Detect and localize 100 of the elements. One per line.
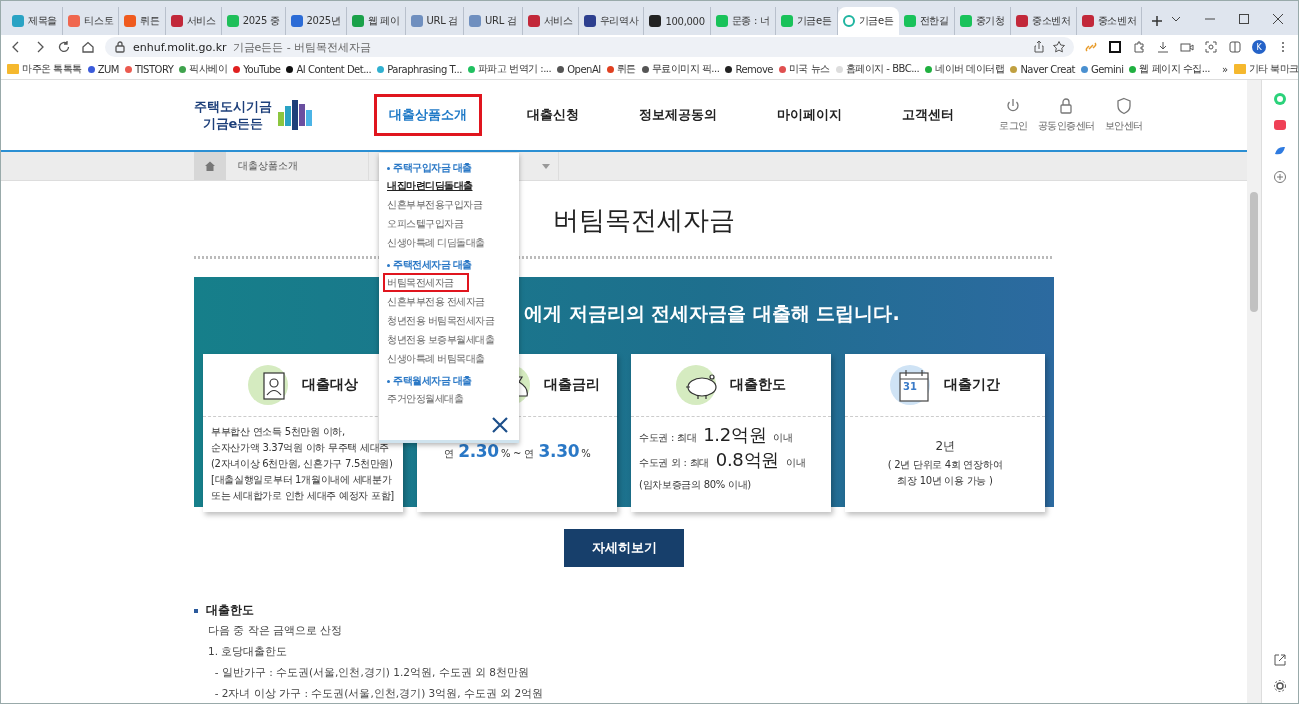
- details-button[interactable]: 자세히보기: [564, 529, 684, 567]
- card-title: 대출기간: [944, 376, 1000, 394]
- bookmark[interactable]: Remove: [725, 63, 773, 75]
- browser-tab[interactable]: 기금e든: [837, 7, 899, 35]
- nav-link[interactable]: 정보제공동의: [624, 94, 732, 136]
- card-text: 순자산가액 3.37억원 이하 무주택 세대주: [211, 441, 391, 455]
- card-text: 부부합산 연소득 5천만원 이하,: [211, 425, 346, 439]
- card-text: 수도권 외 : 최대 0.8억원 이내: [639, 449, 807, 472]
- settings-icon[interactable]: [1273, 679, 1287, 693]
- card-title: 대출금리: [544, 376, 600, 394]
- side-panel-icon[interactable]: [1228, 40, 1242, 54]
- external-link-icon[interactable]: [1273, 653, 1287, 667]
- menu-item[interactable]: 청년전용 보증부월세대출: [383, 330, 499, 349]
- bullet-icon: [387, 380, 390, 383]
- section-heading: 대출한도: [206, 603, 254, 618]
- url-text: enhuf.molit.go.kr: [133, 40, 227, 54]
- menu-item[interactable]: 신혼부부전용 전세자금: [383, 292, 489, 311]
- menu-item[interactable]: 신혼부부전용구입자금: [383, 195, 486, 214]
- bookmark[interactable]: Gemini: [1080, 63, 1124, 75]
- nav-link[interactable]: 대출상품소개: [374, 94, 482, 136]
- menu-item[interactable]: 신생아특례 버팀목대출: [383, 349, 489, 368]
- bookmark[interactable]: Naver Creat: [1010, 63, 1075, 75]
- home-icon[interactable]: [81, 40, 95, 54]
- card-text: [대출실행일로부터 1개월이내에 세대분가: [211, 473, 393, 487]
- share-icon[interactable]: [1032, 40, 1046, 54]
- banner-headline: 에게 저금리의 전세자금을 대출해 드립니다.: [524, 301, 900, 326]
- bookmark[interactable]: 뤼튼: [606, 62, 636, 76]
- add-icon[interactable]: [1273, 170, 1287, 184]
- card-text: ( 2년 단위로 4회 연장하여: [886, 458, 1004, 472]
- bullet-icon: [387, 167, 390, 170]
- utility-link[interactable]: 보안센터: [1104, 97, 1143, 133]
- page-title-text: 기금e든든 - 버팀목전세자금: [232, 39, 372, 55]
- section-text: - 2자녀 이상 가구 : 수도권(서울,인천,경기) 3억원, 수도권 외 2억원: [213, 686, 545, 701]
- card-text: 연 2.30% ~ 연 3.30%: [442, 443, 592, 462]
- star-icon[interactable]: [1052, 40, 1066, 54]
- video-camera-icon[interactable]: [1180, 40, 1194, 54]
- bookmark[interactable]: YouTube: [233, 63, 281, 75]
- bookmark[interactable]: 웹 페이지 수집...: [1129, 62, 1210, 76]
- bookmark[interactable]: 홈페이지 - BBC...: [835, 62, 920, 76]
- section-text: 1. 호당대출한도: [207, 644, 289, 659]
- nav-link[interactable]: 마이페이지: [762, 94, 857, 136]
- card-text: (2자녀이상 6천만원, 신혼가구 7.5천만원): [211, 457, 394, 471]
- profile-avatar[interactable]: K: [1252, 40, 1266, 54]
- new-tab-icon[interactable]: [1150, 14, 1165, 28]
- bookmark[interactable]: TISTORY: [125, 63, 174, 75]
- bookmark[interactable]: 무료이미지 픽...: [641, 62, 720, 76]
- bookmark[interactable]: ZUM: [87, 63, 119, 75]
- utility-link[interactable]: 공동인증센터: [1037, 97, 1095, 133]
- menu-item[interactable]: 버팀목전세자금: [383, 273, 469, 292]
- bookmark[interactable]: 픽사베이: [179, 62, 228, 76]
- maximize-icon[interactable]: [1238, 13, 1250, 25]
- bookmark[interactable]: 네이버 데이터랩: [925, 62, 1005, 76]
- scrollbar-thumb[interactable]: [1250, 192, 1258, 312]
- menu-group-heading: 주택구입자금 대출: [393, 161, 472, 175]
- more-bookmarks-button[interactable]: »: [1221, 63, 1228, 75]
- breadcrumb-item[interactable]: 대출상품소개: [226, 152, 369, 180]
- utility-link[interactable]: 로그인: [999, 97, 1028, 133]
- extensions-icon[interactable]: [1132, 40, 1146, 54]
- card-title: 대출한도: [730, 376, 786, 394]
- bookmark[interactable]: 기타 북마크: [1233, 62, 1299, 76]
- caret-icon: [542, 163, 550, 169]
- menu-item[interactable]: 주거안정월세대출: [383, 389, 467, 408]
- card-text: 2년: [934, 438, 956, 455]
- site-logo-text[interactable]: 주택도시기금 기금e든든: [194, 98, 272, 132]
- bookmark[interactable]: OpenAI: [557, 63, 601, 75]
- page-title: 버팀목전세자금: [553, 204, 735, 237]
- lock-icon: [1058, 97, 1074, 115]
- bullet-icon: [387, 264, 390, 267]
- menu-group-heading: 주택월세자금 대출: [393, 374, 472, 388]
- lock-icon: [113, 40, 127, 54]
- menu-item[interactable]: 신생아특례 디딤돌대출: [383, 233, 489, 252]
- download-icon[interactable]: [1156, 40, 1170, 54]
- bookmark[interactable]: Paraphrasing T...: [377, 63, 462, 75]
- bookmark[interactable]: 미국 뉴스: [779, 62, 830, 76]
- card-text: 또는 세대합가로 인한 세대주 예정자 포함]: [211, 489, 395, 503]
- close-icon[interactable]: [1272, 13, 1284, 25]
- section-text: 다음 중 작은 금액으로 산정: [207, 623, 344, 638]
- nav-link[interactable]: 고객센터: [887, 94, 969, 136]
- reload-icon[interactable]: [57, 40, 71, 54]
- card-text: (임차보증금의 80% 이내): [639, 478, 752, 492]
- menu-group-heading: 주택전세자금 대출: [393, 258, 472, 272]
- card-title: 대출대상: [302, 376, 358, 394]
- section-text: - 일반가구 : 수도권(서울,인천,경기) 1.2억원, 수도권 외 8천만원: [213, 665, 530, 680]
- menu-item[interactable]: 오피스텔구입자금: [383, 214, 467, 233]
- shield-icon: [1115, 97, 1132, 115]
- home-button[interactable]: [194, 152, 226, 180]
- logo-icon: [278, 100, 312, 130]
- screenshot-icon[interactable]: [1204, 40, 1218, 54]
- bookmark[interactable]: 파파고 번역기 :...: [467, 62, 552, 76]
- menu-item[interactable]: 청년전용 버팀목전세자금: [383, 311, 499, 330]
- folder-icon: [1233, 64, 1246, 74]
- bookmark[interactable]: AI Content Det...: [286, 63, 372, 75]
- bookmark[interactable]: 마주온 톡톡톡: [7, 62, 82, 76]
- nav-link[interactable]: 대출신청: [512, 94, 594, 136]
- menu-item[interactable]: 내집마련디딤돌대출: [383, 176, 477, 195]
- square-icon[interactable]: [1108, 40, 1122, 54]
- home-icon: [204, 160, 216, 172]
- card-text: 수도권 : 최대 1.2억원 이내: [639, 424, 794, 447]
- close-icon[interactable]: [491, 416, 509, 434]
- address-bar[interactable]: enhuf.molit.go.kr 기금e든든 - 버팀목전세자금: [105, 37, 1074, 57]
